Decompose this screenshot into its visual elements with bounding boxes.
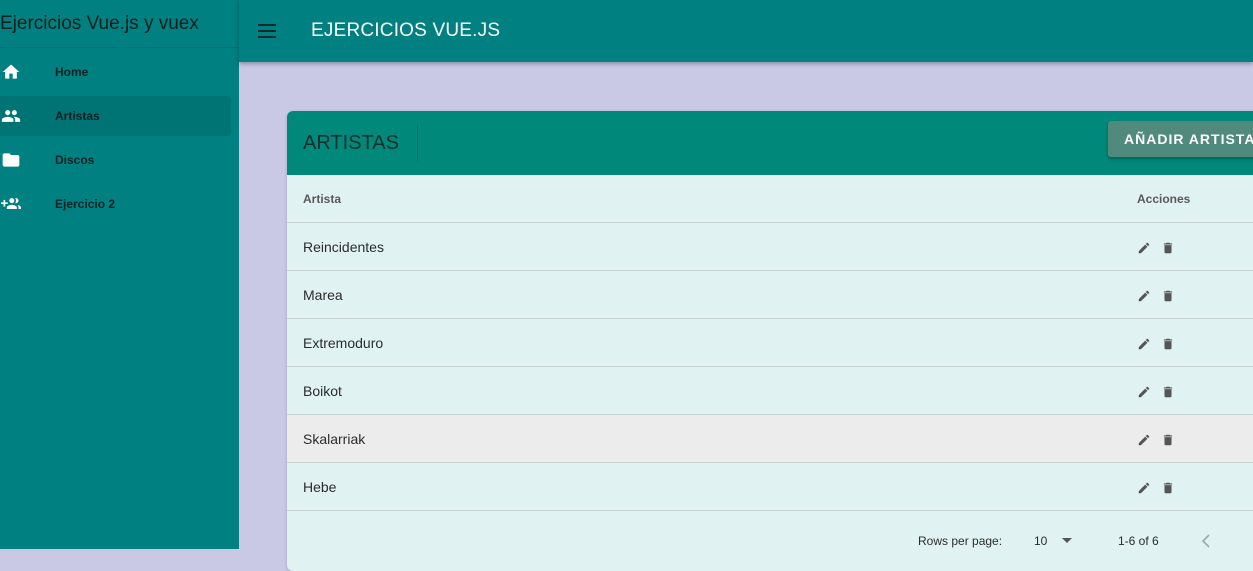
- home-icon: [2, 64, 20, 79]
- edit-icon[interactable]: [1137, 241, 1151, 255]
- row-actions: [1137, 318, 1253, 367]
- sidebar-item-label: Discos: [55, 153, 95, 167]
- artist-name: Hebe: [287, 462, 1137, 511]
- delete-icon[interactable]: [1161, 385, 1175, 399]
- delete-icon[interactable]: [1161, 241, 1175, 255]
- row-actions: [1137, 222, 1253, 271]
- add-artist-button[interactable]: AÑADIR ARTISTA: [1108, 121, 1253, 157]
- table-row: Boikot: [287, 366, 1253, 415]
- toolbar-divider: [417, 125, 418, 161]
- chevron-left-icon[interactable]: [1200, 534, 1212, 548]
- delete-icon[interactable]: [1161, 289, 1175, 303]
- menu-icon[interactable]: [258, 23, 276, 39]
- row-actions: [1137, 414, 1253, 463]
- table-row: Hebe: [287, 462, 1253, 511]
- column-header-acciones: Acciones: [1137, 175, 1253, 223]
- row-actions: [1137, 270, 1253, 319]
- navigation-drawer: Ejercicios Vue.js y vuex Home Artistas D…: [0, 0, 239, 549]
- artist-name: Skalarriak: [287, 414, 1137, 463]
- sidebar-item-discos[interactable]: Discos: [0, 140, 231, 180]
- table-row: Extremoduro: [287, 318, 1253, 367]
- page-title: EJERCICIOS VUE.JS: [311, 20, 501, 41]
- sidebar-item-label: Home: [55, 65, 89, 79]
- table-row: Skalarriak: [287, 414, 1253, 463]
- delete-icon[interactable]: [1161, 433, 1175, 447]
- dropdown-arrow-icon[interactable]: [1062, 538, 1072, 544]
- row-actions: [1137, 366, 1253, 415]
- sidebar-item-label: Artistas: [55, 109, 100, 123]
- rows-per-page-select[interactable]: 10: [1034, 534, 1047, 548]
- edit-icon[interactable]: [1137, 433, 1151, 447]
- artists-table: Artista Acciones Reincidentes Marea Extr…: [287, 175, 1253, 511]
- artist-name: Extremoduro: [287, 318, 1137, 367]
- app-toolbar: EJERCICIOS VUE.JS: [239, 0, 1253, 62]
- artist-name: Reincidentes: [287, 222, 1137, 271]
- edit-icon[interactable]: [1137, 385, 1151, 399]
- card-toolbar: ARTISTAS AÑADIR ARTISTA: [287, 111, 1253, 175]
- edit-icon[interactable]: [1137, 289, 1151, 303]
- drawer-title: Ejercicios Vue.js y vuex: [0, 0, 239, 48]
- delete-icon[interactable]: [1161, 337, 1175, 351]
- sidebar-item-ejercicio-2[interactable]: Ejercicio 2: [0, 184, 231, 224]
- artists-card: ARTISTAS AÑADIR ARTISTA Artista Acciones…: [287, 111, 1253, 571]
- artist-name: Marea: [287, 270, 1137, 319]
- nav-list: Home Artistas Discos Ejercicio 2: [0, 52, 239, 224]
- group-add-icon: [1, 198, 21, 209]
- delete-icon[interactable]: [1161, 481, 1175, 495]
- table-header-row: Artista Acciones: [287, 175, 1253, 223]
- edit-icon[interactable]: [1137, 481, 1151, 495]
- column-header-artista[interactable]: Artista: [287, 175, 1137, 223]
- edit-icon[interactable]: [1137, 337, 1151, 351]
- table-footer: Rows per page: 10 1-6 of 6: [287, 531, 1253, 571]
- folder-icon: [2, 153, 20, 167]
- rows-per-page-label: Rows per page:: [918, 534, 1003, 548]
- card-title: ARTISTAS: [303, 132, 399, 154]
- pagination-range: 1-6 of 6: [1118, 534, 1159, 548]
- table-row: Reincidentes: [287, 222, 1253, 271]
- row-actions: [1137, 462, 1253, 511]
- artist-name: Boikot: [287, 366, 1137, 415]
- people-icon: [1, 110, 21, 122]
- sidebar-item-artistas[interactable]: Artistas: [0, 96, 231, 136]
- sidebar-item-label: Ejercicio 2: [55, 197, 116, 211]
- table-row: Marea: [287, 270, 1253, 319]
- sidebar-item-home[interactable]: Home: [0, 52, 231, 92]
